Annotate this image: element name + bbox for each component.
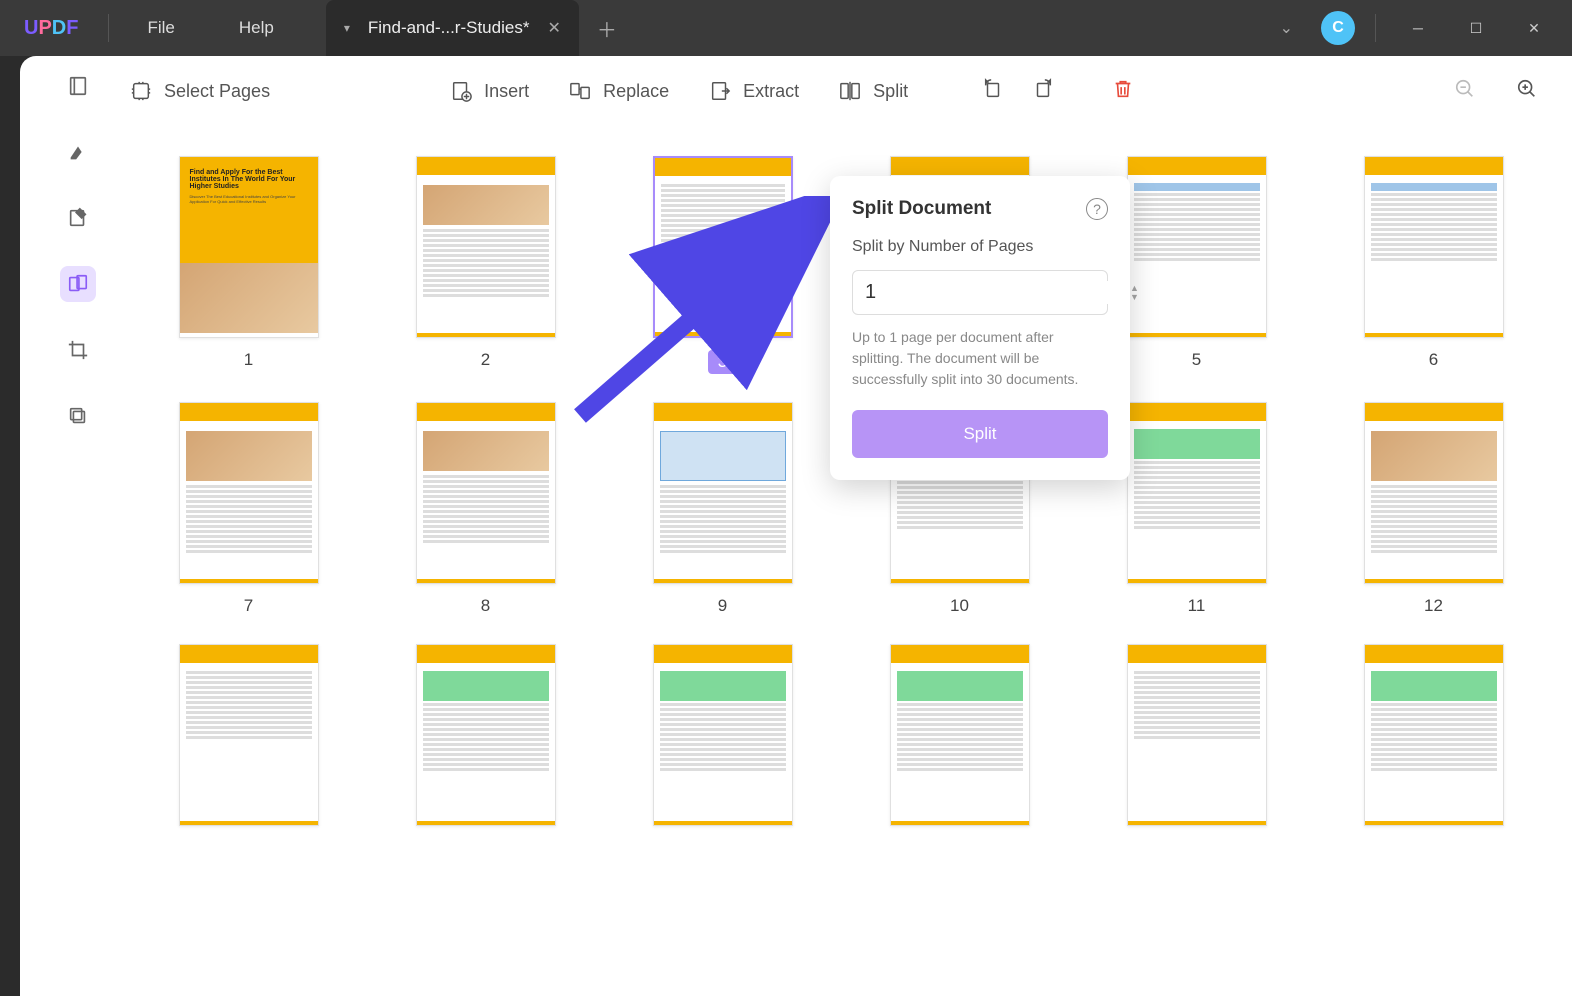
- left-sidebar: [58, 68, 98, 434]
- page-thumbnail[interactable]: 6: [1335, 156, 1532, 374]
- page-toolbar: Select Pages Insert Replace Extract Spli…: [110, 56, 1552, 126]
- page-thumbnail[interactable]: 12: [1335, 402, 1532, 616]
- zoom-out-icon[interactable]: [1440, 78, 1490, 105]
- highlight-icon[interactable]: [60, 134, 96, 170]
- tab-caret-icon: ▾: [344, 21, 350, 35]
- select-icon: [130, 80, 152, 102]
- page-thumbnail[interactable]: [150, 644, 347, 826]
- tab-close-icon[interactable]: ✕: [547, 18, 560, 38]
- extract-button[interactable]: Extract: [689, 80, 819, 102]
- split-dialog-title: Split Document: [852, 198, 991, 220]
- extract-label: Extract: [743, 81, 799, 102]
- replace-label: Replace: [603, 81, 669, 102]
- page-number: 3: [708, 350, 737, 374]
- page-number: 11: [1188, 596, 1206, 616]
- close-button[interactable]: ✕: [1512, 8, 1556, 48]
- titlebar: UPDF File Help ▾ Find-and-...r-Studies* …: [0, 0, 1572, 56]
- divider: [1375, 14, 1376, 42]
- tab-title: Find-and-...r-Studies*: [368, 18, 530, 38]
- maximize-button[interactable]: ☐: [1454, 8, 1498, 48]
- page-number: 2: [481, 350, 490, 370]
- page-number: 1: [244, 350, 253, 370]
- page-number: 10: [950, 596, 969, 616]
- split-pages-input-wrap[interactable]: ▲▼: [852, 270, 1108, 315]
- page-thumbnail[interactable]: 8: [387, 402, 584, 616]
- page-number: 12: [1424, 596, 1443, 616]
- document-tab[interactable]: ▾ Find-and-...r-Studies* ✕: [326, 0, 579, 56]
- menu-help[interactable]: Help: [207, 18, 306, 38]
- split-hint-text: Up to 1 page per document after splittin…: [852, 327, 1108, 390]
- add-tab-button[interactable]: ＋: [597, 14, 617, 43]
- edit-icon[interactable]: [60, 200, 96, 236]
- minimize-button[interactable]: ─: [1396, 8, 1440, 48]
- page-number: 9: [718, 596, 727, 616]
- split-button[interactable]: Split: [819, 80, 928, 102]
- page-number: 6: [1429, 350, 1438, 370]
- page-number: 7: [244, 596, 253, 616]
- page-thumbnail[interactable]: [1098, 644, 1295, 826]
- thumbnails-icon[interactable]: [60, 68, 96, 104]
- replace-button[interactable]: Replace: [549, 80, 689, 102]
- page-thumbnail[interactable]: [861, 644, 1058, 826]
- organize-pages-icon[interactable]: [60, 266, 96, 302]
- number-spinner[interactable]: ▲▼: [1130, 284, 1139, 302]
- divider: [108, 14, 109, 42]
- page-thumbnail[interactable]: 9: [624, 402, 821, 616]
- app-logo: UPDF: [0, 17, 102, 40]
- page-number: 5: [1192, 350, 1201, 370]
- extract-icon: [709, 80, 731, 102]
- page-thumbnail[interactable]: 3: [624, 156, 821, 374]
- rotate-right-icon[interactable]: [1018, 78, 1068, 105]
- page-thumbnail[interactable]: [1335, 644, 1532, 826]
- split-confirm-button[interactable]: Split: [852, 410, 1108, 458]
- insert-button[interactable]: Insert: [430, 80, 549, 102]
- page-thumbnail[interactable]: 7: [150, 402, 347, 616]
- replace-icon: [569, 80, 591, 102]
- tabs-overflow-icon[interactable]: ⌄: [1266, 12, 1307, 44]
- select-pages-button[interactable]: Select Pages: [110, 80, 290, 102]
- insert-icon: [450, 80, 472, 102]
- crop-icon[interactable]: [60, 332, 96, 368]
- select-pages-label: Select Pages: [164, 81, 270, 102]
- split-dialog: Split Document ? Split by Number of Page…: [830, 176, 1130, 480]
- main-panel: Select Pages Insert Replace Extract Spli…: [20, 56, 1572, 996]
- split-label: Split: [873, 81, 908, 102]
- menu-file[interactable]: File: [115, 18, 206, 38]
- help-icon[interactable]: ?: [1086, 198, 1108, 220]
- insert-label: Insert: [484, 81, 529, 102]
- layers-icon[interactable]: [60, 398, 96, 434]
- rotate-left-icon[interactable]: [968, 78, 1018, 105]
- page-thumbnail[interactable]: Find and Apply For the Best Institutes I…: [150, 156, 347, 374]
- split-pages-input[interactable]: [865, 281, 1130, 304]
- user-avatar[interactable]: C: [1321, 11, 1355, 45]
- split-icon: [839, 80, 861, 102]
- zoom-in-icon[interactable]: [1502, 78, 1552, 105]
- delete-icon[interactable]: [1098, 78, 1148, 105]
- page-thumbnail[interactable]: [387, 644, 584, 826]
- split-option-label: Split by Number of Pages: [852, 238, 1108, 256]
- page-thumbnail[interactable]: [624, 644, 821, 826]
- page-thumbnail[interactable]: 2: [387, 156, 584, 374]
- page-number: 8: [481, 596, 490, 616]
